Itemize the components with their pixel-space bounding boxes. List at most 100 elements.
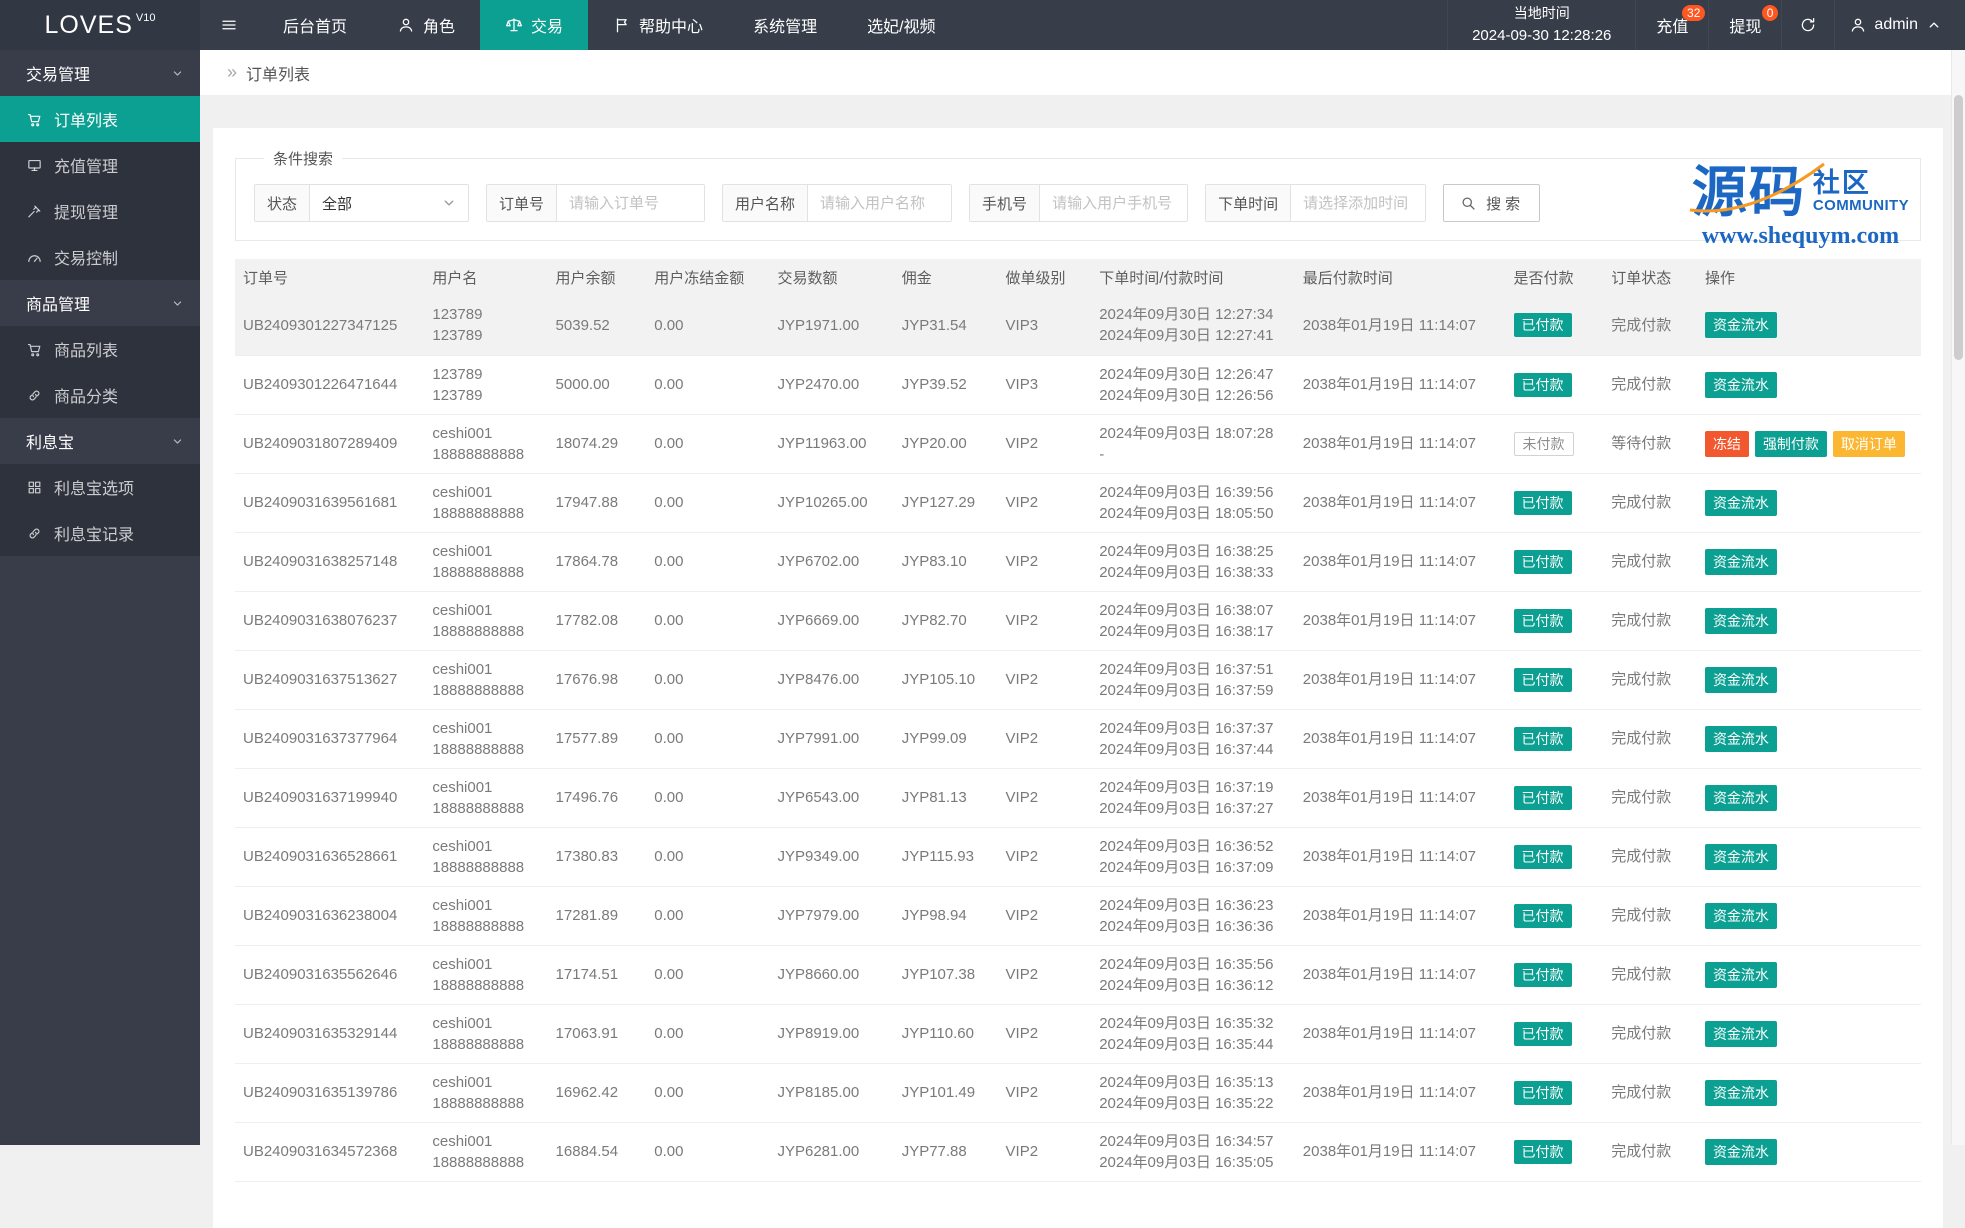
column-header: 订单号 (235, 259, 424, 296)
user-frozen-amount: 0.00 (646, 296, 769, 355)
caret-down-icon (170, 296, 185, 311)
phone-label: 手机号 (970, 185, 1040, 221)
caret-down-icon (440, 194, 458, 212)
order-number: UB2409031635562646 (235, 945, 424, 1004)
funds-flow-button[interactable]: 资金流水 (1705, 844, 1777, 870)
order-number: UB2409031635139786 (235, 1063, 424, 1122)
table-row: UB2409031639561681ceshi00118888888888179… (235, 473, 1921, 532)
status-select[interactable]: 全部 (310, 185, 468, 221)
funds-flow-button[interactable]: 资金流水 (1705, 1139, 1777, 1165)
last-pay-time: 2038年01月19日 11:14:07 (1295, 945, 1506, 1004)
cancel-order-button[interactable]: 取消订单 (1833, 431, 1905, 457)
sidebar-group-title[interactable]: 交易管理 (0, 50, 200, 96)
funds-flow-button[interactable]: 资金流水 (1705, 312, 1777, 338)
refresh-button[interactable] (1781, 0, 1834, 50)
menu-toggle-button[interactable] (200, 0, 258, 50)
funds-flow-button[interactable]: 资金流水 (1705, 372, 1777, 398)
vip-level: VIP2 (998, 414, 1092, 473)
pay-status: 已付款 (1506, 709, 1604, 768)
vip-level: VIP2 (998, 1063, 1092, 1122)
sidebar-group-title[interactable]: 利息宝 (0, 418, 200, 464)
funds-flow-button[interactable]: 资金流水 (1705, 903, 1777, 929)
top-nav-item[interactable]: 帮助中心 (588, 0, 728, 50)
commission: JYP101.49 (894, 1063, 998, 1122)
phone-input[interactable] (1040, 185, 1187, 221)
admin-menu[interactable]: admin (1834, 0, 1965, 50)
vip-level: VIP3 (998, 355, 1092, 414)
commission: JYP20.00 (894, 414, 998, 473)
funds-flow-button[interactable]: 资金流水 (1705, 608, 1777, 634)
column-header: 用户余额 (548, 259, 647, 296)
actions: 资金流水 (1697, 1004, 1921, 1063)
user-name: ceshi00118888888888 (424, 473, 547, 532)
admin-username: admin (1874, 16, 1918, 34)
pay-status-badge: 已付款 (1514, 668, 1572, 692)
order-no-input[interactable] (557, 185, 704, 221)
order-pay-time: 2024年09月03日 16:38:252024年09月03日 16:38:33 (1091, 532, 1295, 591)
order-pay-time: 2024年09月03日 18:07:28- (1091, 414, 1295, 473)
recharge-button[interactable]: 充值32 (1635, 0, 1708, 50)
funds-flow-button[interactable]: 资金流水 (1705, 962, 1777, 988)
sidebar-item[interactable]: 订单列表 (0, 96, 200, 142)
sidebar-group-title[interactable]: 商品管理 (0, 280, 200, 326)
sidebar-item[interactable]: 商品列表 (0, 326, 200, 372)
recharge-count-badge: 32 (1682, 5, 1705, 21)
sidebar-group-items: 利息宝选项利息宝记录 (0, 464, 200, 556)
vip-level: VIP2 (998, 945, 1092, 1004)
funds-flow-button[interactable]: 资金流水 (1705, 726, 1777, 752)
force-pay-button[interactable]: 强制付款 (1755, 431, 1827, 457)
vertical-scrollbar[interactable] (1951, 50, 1965, 1145)
vip-level: VIP3 (998, 296, 1092, 355)
top-nav-item[interactable]: 角色 (372, 0, 480, 50)
funds-flow-button[interactable]: 资金流水 (1705, 785, 1777, 811)
funds-flow-button[interactable]: 资金流水 (1705, 1080, 1777, 1106)
user-name: ceshi00118888888888 (424, 1063, 547, 1122)
funds-flow-button[interactable]: 资金流水 (1705, 667, 1777, 693)
funds-flow-button[interactable]: 资金流水 (1705, 1021, 1777, 1047)
orders-table: 订单号用户名用户余额用户冻结金额交易数额佣金做单级别下单时间/付款时间最后付款时… (235, 259, 1921, 1182)
order-pay-time: 2024年09月03日 16:35:562024年09月03日 16:36:12 (1091, 945, 1295, 1004)
pay-status-badge: 已付款 (1514, 1081, 1572, 1105)
trade-amount: JYP6543.00 (769, 768, 893, 827)
trade-amount: JYP8476.00 (769, 650, 893, 709)
search-button[interactable]: 搜索 (1443, 184, 1540, 222)
user-name: 123789123789 (424, 355, 547, 414)
pay-status-badge: 已付款 (1514, 786, 1572, 810)
actions: 资金流水 (1697, 591, 1921, 650)
vip-level: VIP2 (998, 709, 1092, 768)
commission: JYP31.54 (894, 296, 998, 355)
sidebar-item[interactable]: 提现管理 (0, 188, 200, 234)
funds-flow-button[interactable]: 资金流水 (1705, 549, 1777, 575)
user-name-filter: 用户名称 (722, 184, 952, 222)
sidebar-item[interactable]: 交易控制 (0, 234, 200, 280)
pay-status: 已付款 (1506, 532, 1604, 591)
order-number: UB2409031637199940 (235, 768, 424, 827)
table-row: UB24093012273471251237891237895039.520.0… (235, 296, 1921, 355)
order-time-input[interactable] (1291, 185, 1425, 221)
withdraw-button[interactable]: 提现0 (1708, 0, 1781, 50)
top-nav-item[interactable]: 系统管理 (728, 0, 842, 50)
sidebar-item[interactable]: 商品分类 (0, 372, 200, 418)
sidebar-item[interactable]: 充值管理 (0, 142, 200, 188)
order-status: 完成付款 (1603, 768, 1697, 827)
top-nav-item[interactable]: 后台首页 (258, 0, 372, 50)
scrollbar-thumb[interactable] (1954, 95, 1963, 360)
sidebar-item[interactable]: 利息宝选项 (0, 464, 200, 510)
top-nav-item[interactable]: 选妃/视频 (842, 0, 960, 50)
user-balance: 17380.83 (548, 827, 647, 886)
order-pay-time: 2024年09月03日 16:37:372024年09月03日 16:37:44 (1091, 709, 1295, 768)
pay-status-badge: 已付款 (1514, 313, 1572, 337)
sidebar-item[interactable]: 利息宝记录 (0, 510, 200, 556)
funds-flow-button[interactable]: 资金流水 (1705, 490, 1777, 516)
order-status: 完成付款 (1603, 945, 1697, 1004)
commission: JYP77.88 (894, 1122, 998, 1181)
top-nav-item[interactable]: 交易 (480, 0, 588, 50)
sidebar-item-label: 商品列表 (54, 337, 118, 361)
top-nav-label: 系统管理 (753, 13, 817, 37)
user-balance: 17947.88 (548, 473, 647, 532)
user-frozen-amount: 0.00 (646, 945, 769, 1004)
freeze-button[interactable]: 冻结 (1705, 431, 1749, 457)
last-pay-time: 2038年01月19日 11:14:07 (1295, 473, 1506, 532)
pay-status: 已付款 (1506, 1122, 1604, 1181)
user-name-input[interactable] (808, 185, 951, 221)
